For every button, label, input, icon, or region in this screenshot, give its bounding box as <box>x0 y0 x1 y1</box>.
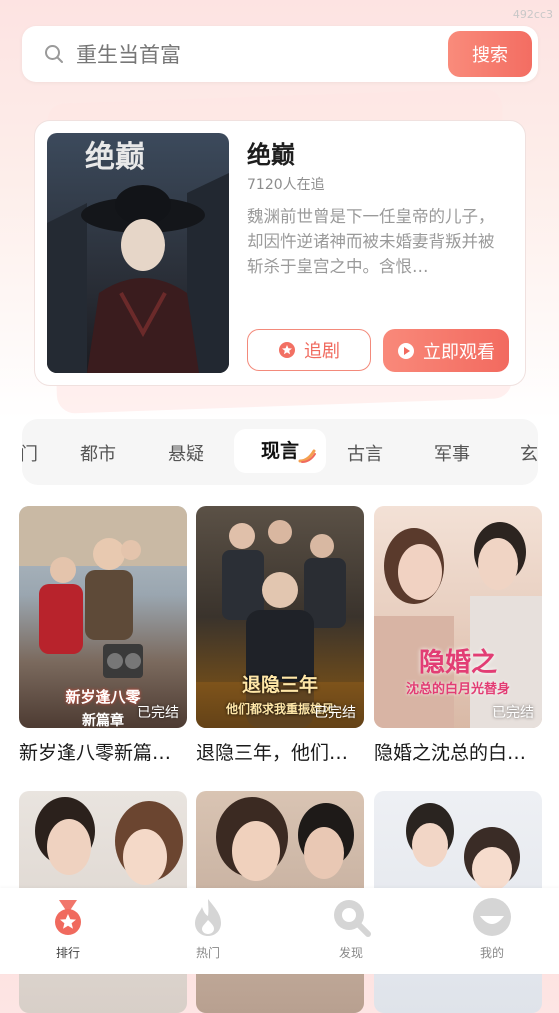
thumbnail-image <box>374 522 542 728</box>
follow-button[interactable]: 追剧 <box>247 329 371 371</box>
nav-item-hot[interactable]: 热门 <box>168 896 248 961</box>
featured-title: 绝巅 <box>247 141 295 169</box>
nav-label-mine: 我的 <box>479 946 504 960</box>
tab-military[interactable]: 军事 <box>434 440 470 466</box>
thumbnail-image <box>19 506 187 678</box>
search-icon <box>45 45 63 63</box>
status-badge: 已完结 <box>314 705 356 721</box>
tab-ancient-romance[interactable]: 古言 <box>347 440 383 466</box>
watch-now-button[interactable]: 立即观看 <box>383 329 509 372</box>
watermark: 492cc3 <box>512 8 553 21</box>
drama-card[interactable]: 新岁逢八零 新篇章 已完结 新岁逢八零新篇… <box>19 506 187 765</box>
drama-thumbnail[interactable]: 新岁逢八零 新篇章 已完结 <box>19 506 187 728</box>
drama-card[interactable]: 隐婚之 沈总的白月光替身 已完结 隐婚之沈总的白… <box>374 506 542 765</box>
nav-label-hot: 热门 <box>195 946 220 960</box>
tab-fantasy[interactable]: 玄 <box>520 440 538 466</box>
drama-title[interactable]: 退隐三年，他们… <box>196 738 364 765</box>
status-badge: 已完结 <box>137 705 179 721</box>
profile-icon <box>473 898 511 936</box>
drama-title[interactable]: 隐婚之沈总的白… <box>374 738 542 765</box>
drama-thumbnail[interactable]: 退隐三年 他们都求我重振雄风 已完结 <box>196 506 364 728</box>
search-bar: 搜索 <box>22 26 538 82</box>
featured-poster[interactable]: 绝巅 <box>47 133 229 373</box>
follow-label: 追剧 <box>304 341 340 362</box>
flame-icon <box>195 899 221 936</box>
bottom-navigation: 排行 热门 发现 我的 <box>0 888 559 974</box>
featured-followers: 7120人在追 <box>247 177 325 193</box>
watch-now-label: 立即观看 <box>423 341 495 363</box>
tab-active-swirl-icon <box>298 449 316 463</box>
thumbnail-image <box>196 520 364 728</box>
poster-image: 绝巅 <box>47 133 229 373</box>
star-badge-icon <box>279 342 295 358</box>
category-tabs: 门 都市 悬疑 现言 古言 军事 玄 <box>22 419 538 485</box>
play-icon <box>398 342 414 359</box>
nav-item-mine[interactable]: 我的 <box>452 896 532 961</box>
nav-item-discover[interactable]: 发现 <box>311 896 391 961</box>
search-input[interactable] <box>74 34 408 76</box>
search-button[interactable]: 搜索 <box>448 31 532 77</box>
nav-label-discover: 发现 <box>338 946 363 960</box>
tab-modern-romance[interactable]: 现言 <box>234 429 326 473</box>
tab-partial-left[interactable]: 门 <box>22 440 38 466</box>
tab-mystery[interactable]: 悬疑 <box>168 440 204 466</box>
status-badge: 已完结 <box>492 705 534 721</box>
discover-search-icon <box>334 900 371 937</box>
drama-thumbnail[interactable]: 隐婚之 沈总的白月光替身 已完结 <box>374 506 542 728</box>
featured-card[interactable]: 绝巅 绝巅 7120人在追 魏渊前世曾是下一任皇帝的儿子，却因忤逆诸神而被未婚妻… <box>34 120 526 386</box>
tab-urban[interactable]: 都市 <box>80 440 116 466</box>
nav-item-ranking[interactable]: 排行 <box>28 896 108 961</box>
poster-title-text: 绝巅 <box>85 140 145 175</box>
drama-title[interactable]: 新岁逢八零新篇… <box>19 738 187 765</box>
drama-card[interactable]: 退隐三年 他们都求我重振雄风 已完结 退隐三年，他们… <box>196 506 364 765</box>
featured-description: 魏渊前世曾是下一任皇帝的儿子，却因忤逆诸神而被未婚妻背叛并被斩杀于皇宫之中。含恨… <box>247 207 495 276</box>
nav-label-ranking: 排行 <box>55 946 80 960</box>
ranking-medal-icon <box>55 900 81 935</box>
tab-modern-romance-label: 现言 <box>260 440 299 462</box>
